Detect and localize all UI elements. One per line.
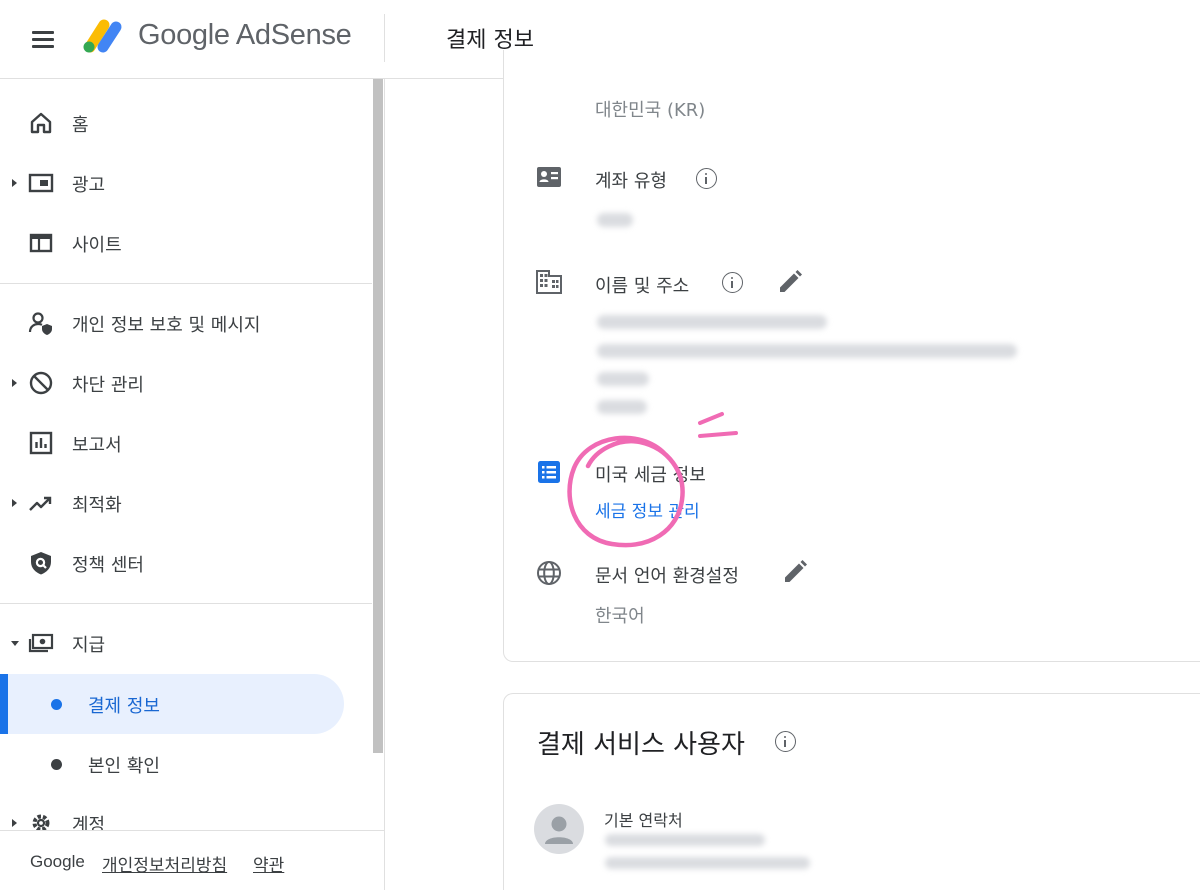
sidebar-item-label: 사이트	[72, 235, 122, 256]
caret-right-icon	[12, 499, 17, 507]
globe-icon	[537, 561, 561, 585]
report-chart-icon	[29, 431, 53, 455]
person-icon	[545, 816, 573, 844]
sidebar-item-label: 최적화	[72, 495, 122, 516]
payments-users-title: 결제 서비스 사용자	[537, 730, 745, 760]
sidebar-item-label: 보고서	[72, 435, 122, 456]
ad-unit-icon	[28, 173, 54, 193]
avatar	[534, 804, 584, 854]
bullet-dot-icon	[51, 759, 62, 770]
tax-list-icon	[538, 461, 560, 483]
header-divider	[384, 14, 385, 62]
sidebar-item-label: 정책 센터	[72, 555, 144, 576]
sidebar-item-policy-center[interactable]: 정책 센터	[0, 533, 372, 593]
sidebar-item-label: 개인 정보 보호 및 메시지	[72, 315, 261, 336]
info-icon[interactable]	[696, 168, 717, 189]
sidebar-item-privacy-messaging[interactable]: 개인 정보 보호 및 메시지	[0, 293, 372, 353]
hamburger-menu-icon[interactable]	[30, 26, 56, 52]
shield-icon	[31, 552, 51, 575]
account-type-label: 계좌 유형	[595, 171, 667, 192]
address-line-redacted	[597, 344, 1017, 358]
sidebar-subitem-verification[interactable]: 본인 확인	[0, 734, 344, 794]
caret-right-icon	[12, 379, 17, 387]
adsense-logo-icon	[83, 19, 122, 53]
address-line-redacted	[597, 400, 647, 414]
payments-icon	[28, 633, 54, 653]
sidebar-item-label: 본인 확인	[88, 756, 160, 777]
sidebar-item-optimization[interactable]: 최적화	[0, 473, 372, 533]
active-indicator	[0, 674, 8, 734]
caret-right-icon	[12, 819, 17, 827]
edit-pencil-icon[interactable]	[777, 269, 803, 295]
privacy-person-icon	[28, 312, 52, 335]
block-icon	[29, 371, 53, 395]
edit-pencil-icon[interactable]	[782, 559, 808, 585]
caret-down-icon	[11, 641, 19, 646]
sidebar-item-label: 홈	[72, 115, 89, 136]
sidebar-divider	[0, 603, 372, 604]
primary-contact-label: 기본 연락처	[604, 811, 683, 830]
sidebar-item-sites[interactable]: 사이트	[0, 213, 372, 273]
sidebar-item-reports[interactable]: 보고서	[0, 413, 372, 473]
sidebar-item-label: 결제 정보	[88, 696, 160, 717]
sidebar-item-payments[interactable]: 지급	[0, 613, 372, 673]
contact-email-redacted	[605, 857, 810, 869]
caret-right-icon	[12, 179, 17, 187]
contact-name-redacted	[605, 834, 765, 846]
account-type-card-icon	[537, 167, 561, 187]
sidebar: 홈 광고 사이트 개인 정보 보호 및 메시지 차단 관리 보고서 최적화 정책…	[0, 79, 385, 890]
bullet-dot-icon	[51, 699, 62, 710]
info-icon[interactable]	[775, 731, 796, 752]
sidebar-footer: Google 개인정보처리방침 약관	[0, 830, 384, 890]
sidebar-item-home[interactable]: 홈	[0, 93, 372, 153]
sidebar-subitem-payment-info[interactable]: 결제 정보	[0, 674, 344, 734]
site-icon	[29, 233, 53, 253]
address-line-redacted	[597, 372, 649, 386]
sidebar-divider	[0, 283, 372, 284]
sidebar-item-ads[interactable]: 광고	[0, 153, 372, 213]
document-language-value: 한국어	[595, 606, 645, 627]
document-language-label: 문서 언어 환경설정	[595, 566, 739, 587]
brand-name: Google AdSense	[138, 19, 352, 51]
sidebar-item-blocking-controls[interactable]: 차단 관리	[0, 353, 372, 413]
google-wordmark: Google	[30, 852, 85, 871]
home-icon	[30, 112, 52, 134]
business-building-icon	[536, 270, 562, 294]
name-address-label: 이름 및 주소	[595, 276, 690, 297]
sidebar-item-label: 광고	[72, 175, 106, 196]
terms-link[interactable]: 약관	[253, 851, 284, 876]
sidebar-item-label: 지급	[72, 635, 106, 656]
us-tax-info-label: 미국 세금 정보	[595, 465, 706, 486]
sidebar-scrollbar[interactable]	[373, 79, 383, 753]
privacy-policy-link[interactable]: 개인정보처리방침	[102, 851, 227, 876]
sidebar-item-label: 차단 관리	[72, 375, 144, 396]
country-value: 대한민국 (KR)	[595, 100, 706, 121]
info-icon[interactable]	[722, 272, 743, 293]
account-type-value-redacted	[597, 213, 633, 227]
address-line-redacted	[597, 315, 827, 329]
trending-up-icon	[29, 496, 52, 511]
manage-tax-info-link[interactable]: 세금 정보 관리	[595, 497, 700, 522]
